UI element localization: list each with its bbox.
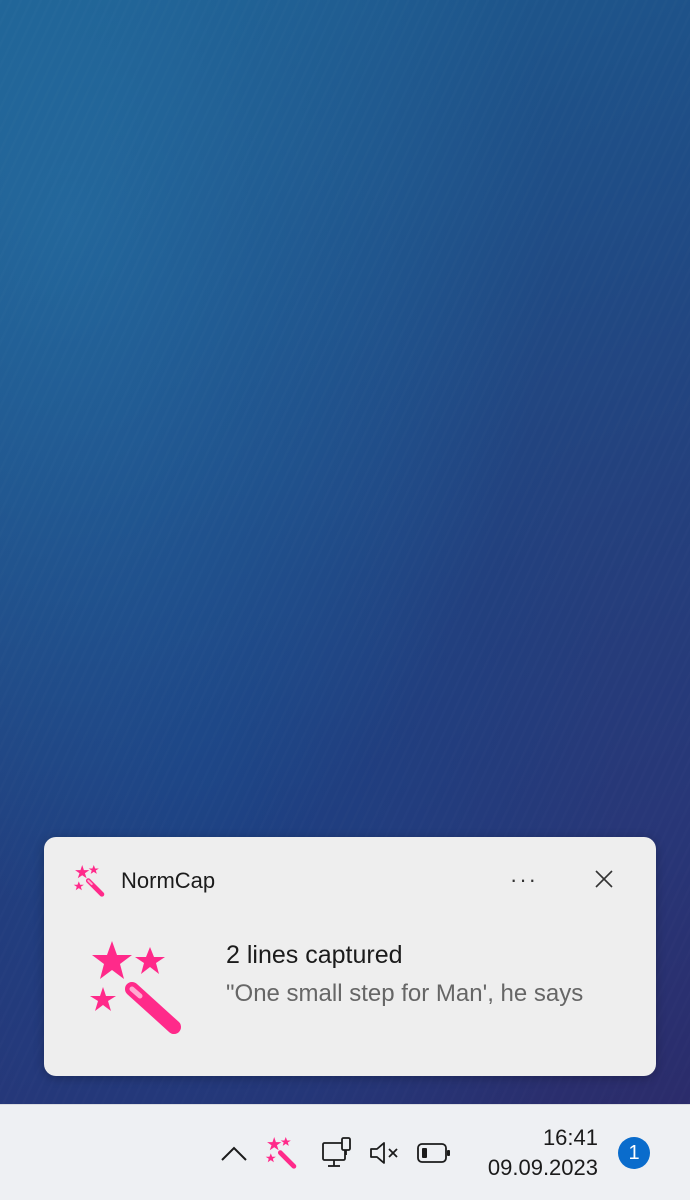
clock-button[interactable]: 16:41 09.09.2023 <box>470 1123 598 1183</box>
close-button[interactable] <box>586 861 622 897</box>
volume-muted-icon <box>370 1142 398 1164</box>
clock-time: 16:41 <box>542 1125 598 1150</box>
toast-notification[interactable]: NormCap ··· 2 lines captured "One small … <box>44 837 656 1076</box>
normcap-tray-button[interactable] <box>262 1133 300 1171</box>
volume-button[interactable] <box>366 1135 404 1171</box>
notification-body: "One small step for Man', he says <box>226 980 584 1007</box>
chevron-up-icon <box>221 1146 247 1161</box>
magic-wand-icon <box>88 939 188 1039</box>
close-icon <box>595 870 613 888</box>
network-icon <box>322 1137 351 1167</box>
toast-header: NormCap ··· <box>44 837 656 921</box>
magic-wand-icon <box>265 1137 297 1169</box>
battery-icon <box>417 1143 450 1163</box>
taskbar: 16:41 09.09.2023 1 <box>0 1104 690 1200</box>
notification-count-badge[interactable]: 1 <box>618 1137 650 1169</box>
more-options-button[interactable]: ··· <box>502 863 546 897</box>
app-name: NormCap <box>121 868 216 893</box>
network-button[interactable] <box>318 1133 358 1173</box>
notification-title: 2 lines captured <box>226 941 403 969</box>
more-options-icon: ··· <box>510 867 538 892</box>
show-hidden-icons-button[interactable] <box>216 1135 252 1171</box>
battery-button[interactable] <box>414 1135 454 1171</box>
clock-date: 09.09.2023 <box>487 1155 598 1180</box>
magic-wand-icon <box>72 863 106 897</box>
